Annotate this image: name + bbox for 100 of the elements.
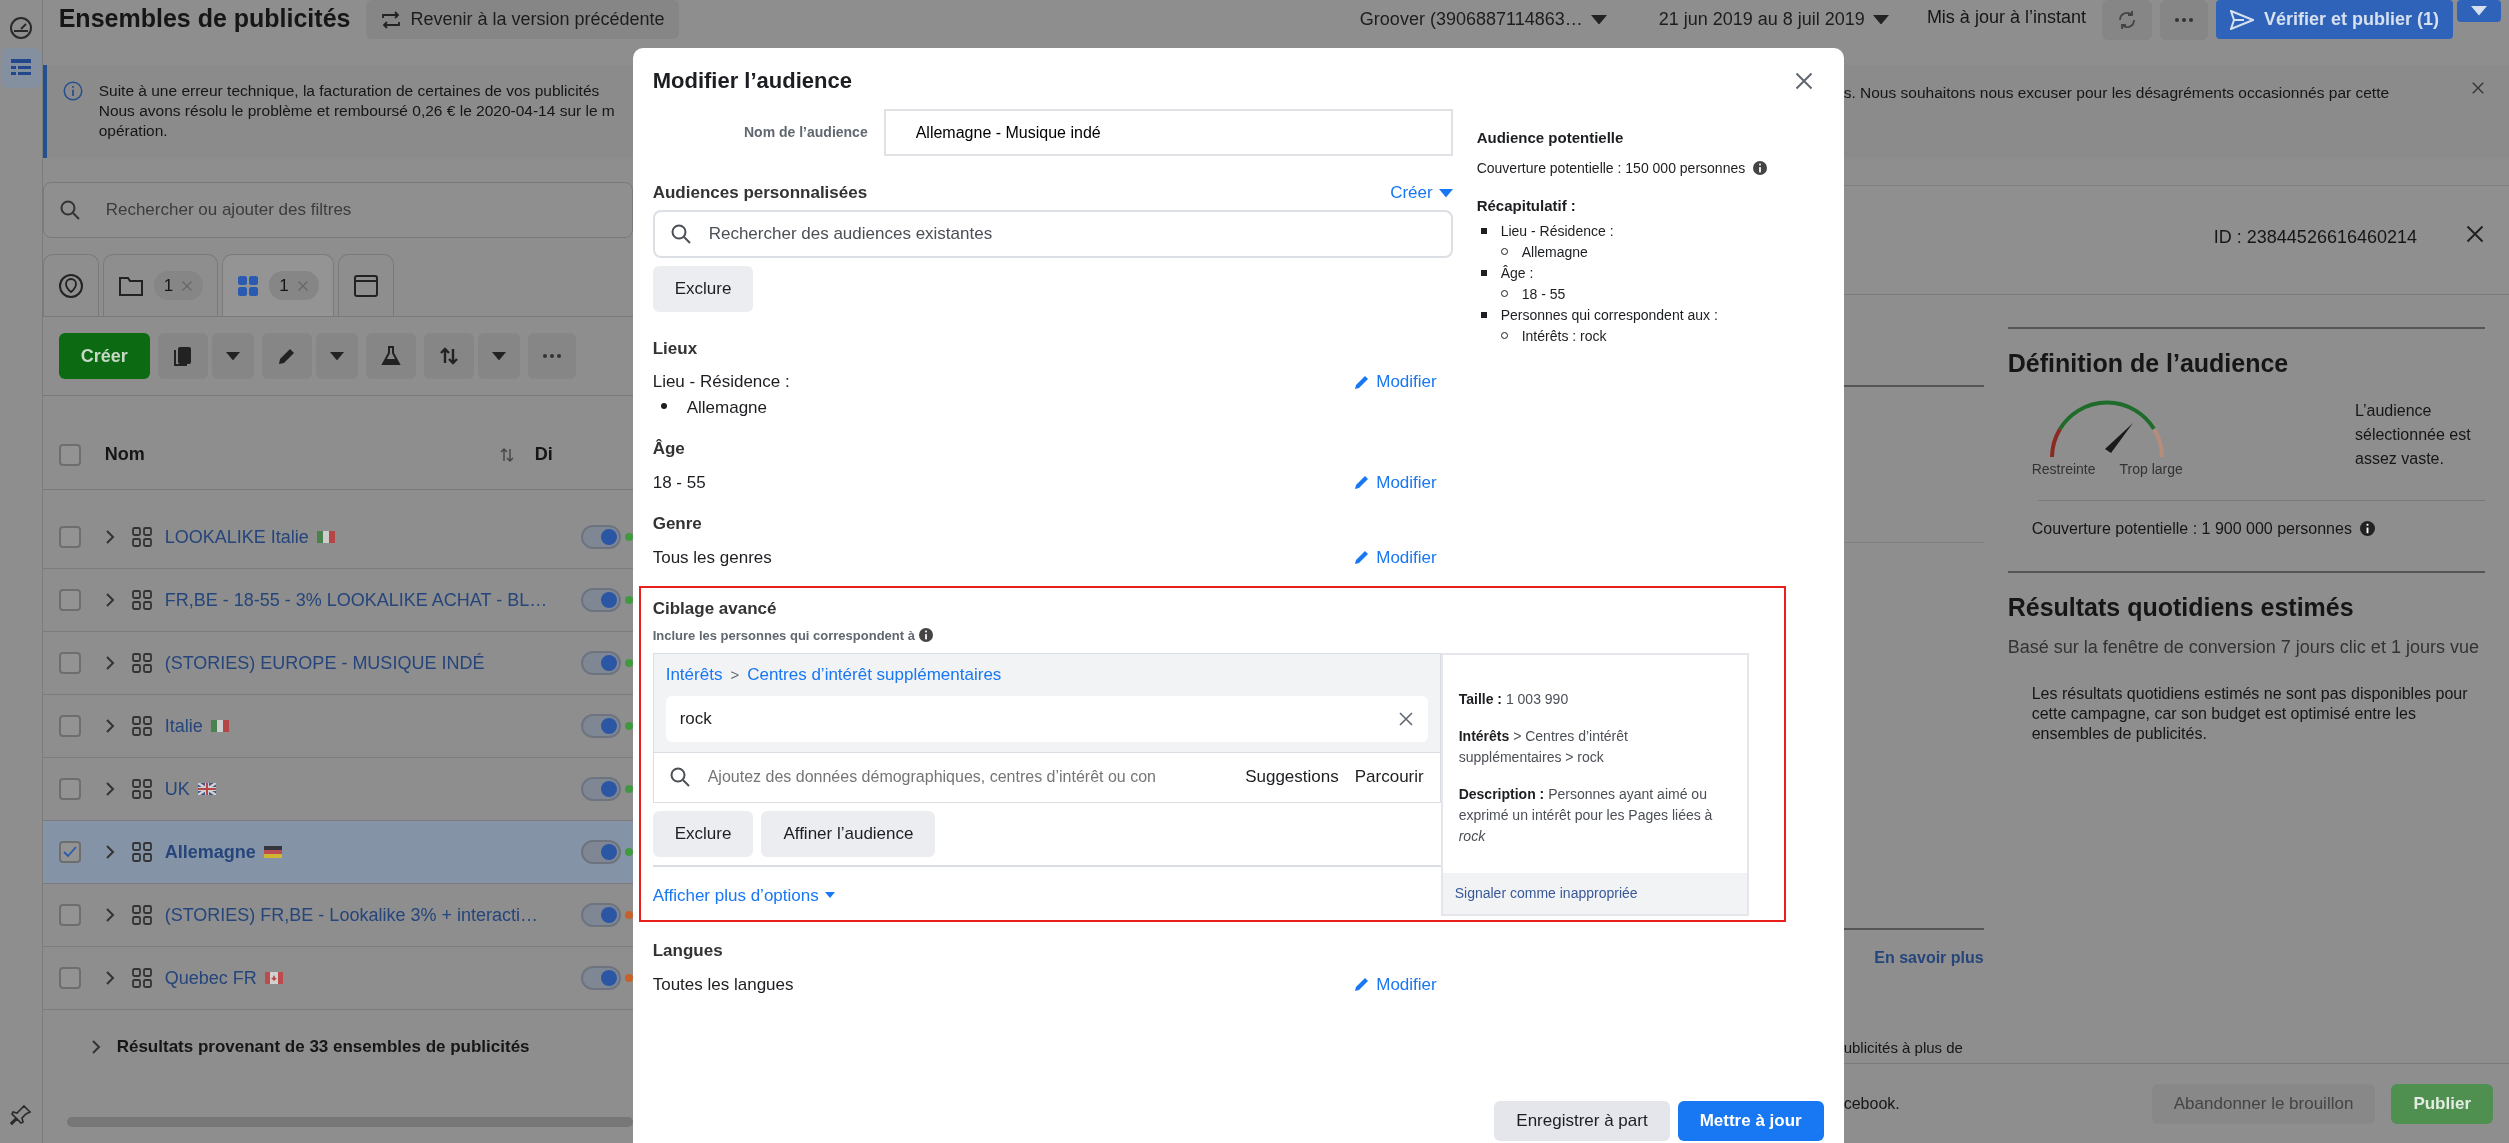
- flask-button[interactable]: [365, 333, 416, 379]
- interest-tag[interactable]: rock: [665, 695, 1428, 742]
- exclude-button[interactable]: Exclure: [652, 265, 754, 312]
- close-icon[interactable]: [1397, 710, 1414, 727]
- row-checkbox[interactable]: [58, 589, 81, 611]
- filter-count-chip[interactable]: 1: [269, 270, 319, 301]
- toggle-switch[interactable]: [580, 777, 621, 801]
- filter-count-chip[interactable]: 1: [153, 270, 204, 301]
- more-options-link[interactable]: Afficher plus d’options: [652, 882, 1441, 908]
- toggle-switch[interactable]: [580, 903, 621, 927]
- table-row[interactable]: (STORIES) EUROPE - MUSIQUE INDÉ: [42, 632, 633, 695]
- search-icon: [59, 200, 80, 220]
- modify-link[interactable]: Modifier: [1354, 469, 1437, 495]
- footer-button[interactable]: Mettre à jour: [1677, 1101, 1824, 1141]
- modify-link[interactable]: Modifier: [1354, 544, 1437, 570]
- targeting-button[interactable]: Exclure: [652, 810, 754, 857]
- close-icon[interactable]: [2471, 81, 2485, 95]
- audience-name-field[interactable]: Allemagne - Musique indé: [883, 109, 1453, 156]
- tab[interactable]: 1: [102, 254, 219, 316]
- sidebar-item[interactable]: [0, 48, 41, 88]
- account-dropdown[interactable]: Groover (3906887114863…: [1345, 0, 1621, 39]
- targeting-button[interactable]: Affiner l’audience: [761, 810, 936, 857]
- ad-set-link[interactable]: (STORIES) FR,BE - Lookalike 3% + interacti…: [164, 901, 538, 929]
- ad-set-link[interactable]: Quebec FR: [164, 964, 257, 992]
- table-row[interactable]: FR,BE - 18-55 - 3% LOOKALIKE ACHAT - BL…: [42, 569, 633, 632]
- grid-icon: [130, 904, 153, 926]
- ad-set-link[interactable]: FR,BE - 18-55 - 3% LOOKALIKE ACHAT - BL…: [164, 586, 548, 614]
- modify-link[interactable]: Modifier: [1354, 971, 1437, 997]
- date-range-dropdown[interactable]: 21 jun 2019 au 8 juil 2019: [1644, 0, 1903, 39]
- toggle-switch[interactable]: [580, 525, 621, 549]
- tab[interactable]: [42, 254, 99, 316]
- field-label: Nom de l’audience: [743, 123, 868, 142]
- row-checkbox[interactable]: [58, 841, 81, 863]
- table-row[interactable]: Allemagne: [42, 821, 633, 884]
- chevron-icon[interactable]: [104, 718, 115, 734]
- filter-search-field[interactable]: Rechercher ou ajouter des filtres: [42, 182, 633, 238]
- breadcrumb-link[interactable]: Intérêts: [665, 662, 723, 688]
- row-checkbox[interactable]: [58, 526, 81, 548]
- table-row[interactable]: Quebec FR: [42, 947, 633, 1010]
- refresh-button[interactable]: [2101, 0, 2152, 40]
- table-row[interactable]: LOOKALIKE Italie: [42, 506, 633, 569]
- publish-button[interactable]: Vérifier et publier (1): [2215, 0, 2453, 39]
- duplicate-button[interactable]: [157, 333, 208, 379]
- ad-set-link[interactable]: (STORIES) EUROPE - MUSIQUE INDÉ: [164, 649, 485, 677]
- audience-search-field[interactable]: Rechercher des audiences existantes: [652, 209, 1453, 258]
- pin-icon: [9, 1104, 32, 1126]
- pencil-button[interactable]: [261, 333, 312, 379]
- table-row[interactable]: Italie: [42, 695, 633, 758]
- browse-link[interactable]: Parcourir: [1354, 764, 1424, 790]
- create-button[interactable]: Créer: [58, 333, 150, 379]
- row-checkbox[interactable]: [58, 652, 81, 674]
- ad-set-link[interactable]: UK: [164, 775, 190, 803]
- chevron-icon[interactable]: [104, 592, 115, 608]
- ad-set-link[interactable]: LOOKALIKE Italie: [164, 523, 309, 551]
- chevron-icon[interactable]: [104, 529, 115, 545]
- modify-link[interactable]: Modifier: [1354, 369, 1437, 395]
- table-row[interactable]: (STORIES) FR,BE - Lookalike 3% + interacti…: [42, 884, 633, 947]
- menu-button[interactable]: [315, 333, 358, 379]
- toggle-switch[interactable]: [580, 840, 621, 864]
- sort-button[interactable]: [423, 333, 474, 379]
- publish-menu-button[interactable]: [2457, 0, 2501, 22]
- footer-button[interactable]: Enregistrer à part: [1494, 1101, 1670, 1141]
- menu-button[interactable]: [211, 333, 254, 379]
- row-checkbox[interactable]: [58, 904, 81, 926]
- toggle-switch[interactable]: [580, 588, 621, 612]
- search-input[interactable]: Rechercher ou ajouter des filtres: [103, 183, 616, 237]
- revert-button[interactable]: Revenir à la version précédente: [366, 0, 679, 39]
- row-checkbox[interactable]: [58, 778, 81, 800]
- chevron-icon[interactable]: [104, 781, 115, 797]
- learn-more-link[interactable]: En savoir plus: [1843, 946, 1984, 970]
- menu-button[interactable]: [477, 333, 520, 379]
- chevron-icon[interactable]: [104, 655, 115, 671]
- search-input[interactable]: Rechercher des audiences existantes: [706, 211, 1435, 256]
- ad-set-link[interactable]: Allemagne: [164, 838, 256, 866]
- chevron-icon[interactable]: [104, 907, 115, 923]
- chevron-icon[interactable]: [104, 844, 115, 860]
- update-status: Mis à jour à l’instant: [1926, 6, 2086, 29]
- row-checkbox[interactable]: [58, 715, 81, 737]
- suggestions-link[interactable]: Suggestions: [1245, 764, 1339, 790]
- chevron-icon[interactable]: [90, 1038, 101, 1055]
- caret-icon: [1872, 14, 1889, 25]
- folder-icon: [117, 274, 144, 297]
- row-checkbox[interactable]: [58, 967, 81, 989]
- ad-set-link[interactable]: Italie: [164, 712, 203, 740]
- select-all-checkbox[interactable]: [58, 443, 81, 466]
- breadcrumb-link[interactable]: Centres d’intérêt supplémentaires: [747, 662, 1002, 688]
- tab[interactable]: 1: [222, 254, 334, 316]
- toggle-switch[interactable]: [580, 714, 621, 738]
- toggle-switch[interactable]: [580, 651, 621, 675]
- tooltip-text: Description : Personnes ayant aimé ou exprimé un intérêt pour les Pages liées à rock: [1458, 785, 1714, 846]
- section-value: Tous les genres: [652, 546, 772, 569]
- close-icon[interactable]: [2465, 224, 2485, 244]
- create-dropdown-link[interactable]: Créer: [1390, 180, 1453, 206]
- horizontal-scrollbar[interactable]: [66, 1117, 633, 1127]
- window-icon: [352, 273, 379, 298]
- toggle-switch[interactable]: [580, 966, 621, 990]
- chevron-icon[interactable]: [104, 970, 115, 986]
- summary-item: 18 - 55: [1521, 285, 1566, 304]
- tab[interactable]: [337, 254, 394, 316]
- info-icon: [918, 628, 933, 643]
